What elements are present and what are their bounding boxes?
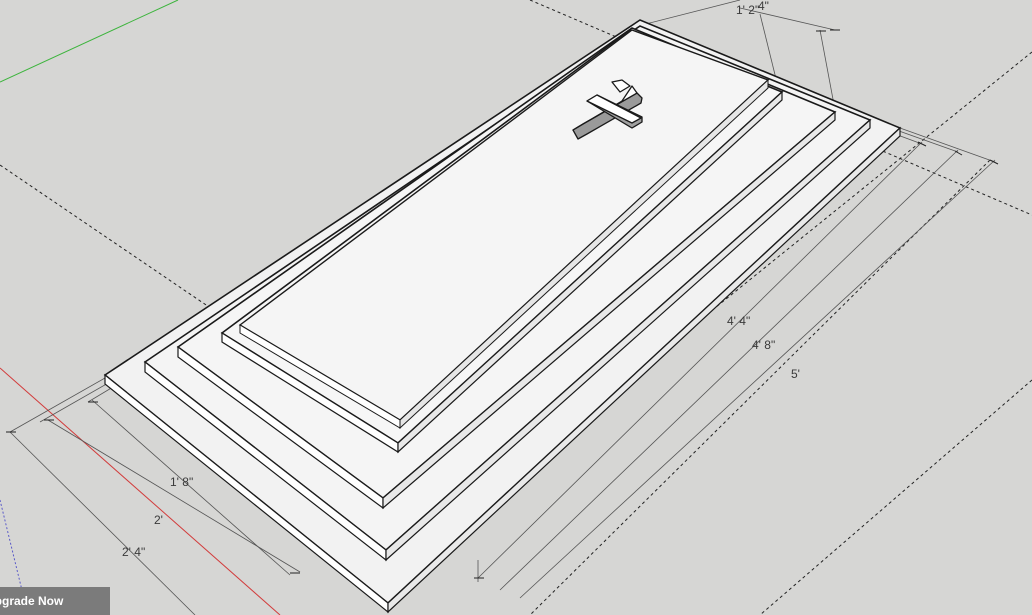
green-axis	[0, 0, 179, 83]
dim-top-width-outer: 4"	[758, 0, 769, 13]
upgrade-now-button[interactable]: Upgrade Now	[0, 587, 110, 615]
dim-length-4-8: 4' 8"	[752, 338, 775, 352]
upgrade-now-label: Upgrade Now	[0, 594, 64, 608]
model-viewport[interactable]: 1' 2" 4" 4' 4" 4' 8" 5' 1' 8" 2' 2' 4"	[0, 0, 1032, 615]
dim-width-2: 2'	[154, 513, 163, 527]
dim-width-2-4: 2' 4"	[122, 545, 145, 559]
dim-length-4-4: 4' 4"	[727, 314, 750, 328]
dim-top-width-inner: 1' 2"	[736, 3, 759, 17]
dim-width-1-8: 1' 8"	[170, 475, 193, 489]
dim-length-5: 5'	[791, 367, 800, 381]
